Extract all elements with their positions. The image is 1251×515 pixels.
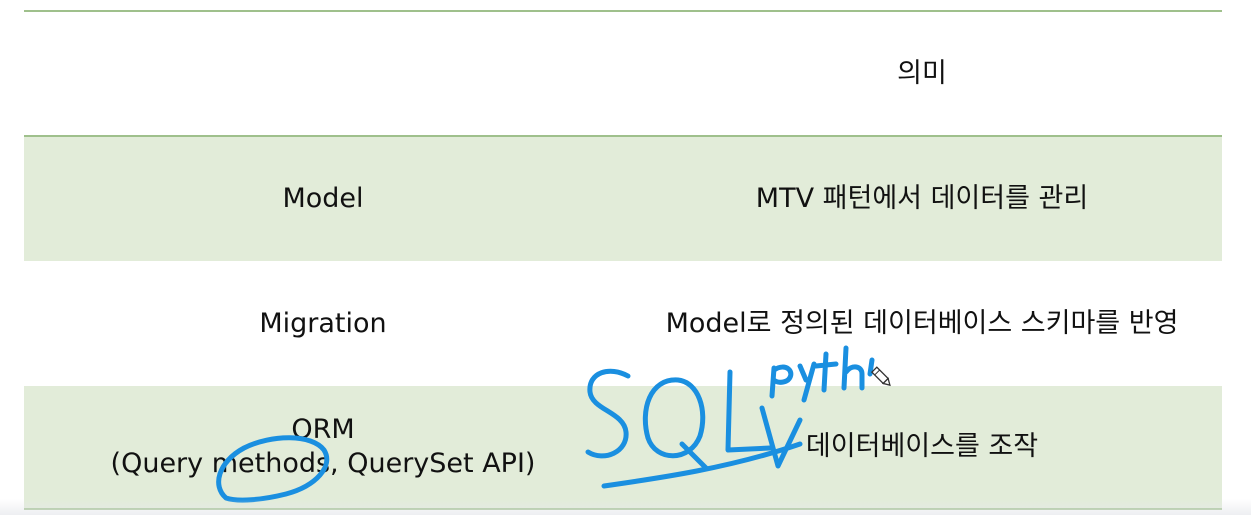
term-detail: (Query methods, QuerySet API) [110, 448, 536, 479]
meaning-cell: MTV 패턴에서 데이터를 관리 [755, 183, 1089, 214]
table-row: Model MTV 패턴에서 데이터를 관리 [24, 137, 1222, 261]
header-meaning-cell: 의미 [897, 58, 947, 89]
slide: 의미 Model MTV 패턴에서 데이터를 관리 Migration Mode… [0, 0, 1251, 515]
header-term-cell [24, 12, 622, 136]
term-name: ORM [291, 414, 355, 445]
table-row: Migration Model로 정의된 데이터베이스 스키마를 반영 [24, 261, 1222, 386]
meaning-cell: 데이터베이스를 조작 [805, 431, 1039, 462]
meaning-cell: Model로 정의된 데이터베이스 스키마를 반영 [665, 307, 1179, 339]
term-cell: ORM (Query methods, QuerySet API) [24, 386, 622, 508]
table-header-row: 의미 [24, 12, 1222, 136]
term-cell: Model [282, 183, 364, 214]
term-cell: Migration [259, 307, 387, 339]
bottom-edge-shading [0, 499, 1251, 515]
table-row: ORM (Query methods, QuerySet API) 데이터베이스… [24, 386, 1222, 508]
